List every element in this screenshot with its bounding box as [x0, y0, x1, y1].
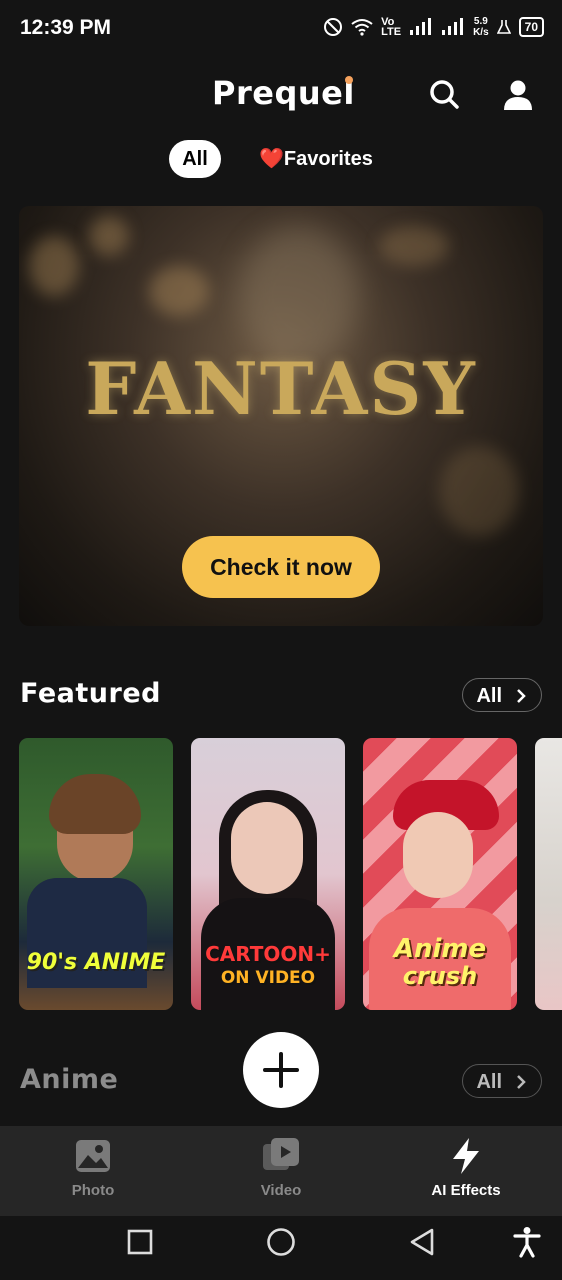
featured-header: Featured All [20, 678, 542, 716]
bokeh-light [439, 446, 519, 536]
effect-card-cartoon-on-video[interactable]: CARTOON+ ON VIDEO [191, 738, 345, 1010]
effect-card-90s-anime[interactable]: 90's ANIME [19, 738, 173, 1010]
chevron-right-icon [516, 689, 526, 703]
search-button[interactable] [426, 76, 464, 114]
bokeh-light [149, 266, 209, 316]
card-label-on-video: ON VIDEO [220, 968, 316, 988]
effect-card-partial[interactable] [535, 738, 562, 1010]
do-not-disturb-icon [324, 18, 343, 36]
card-label-cartoon: CARTOON+ [205, 942, 331, 966]
net-speed: 5.9 K/s [473, 16, 489, 38]
anime-all-button[interactable]: All [462, 1064, 542, 1098]
hero-title: FANTASY [85, 346, 477, 431]
hero-banner[interactable]: FANTASY Check it now [19, 206, 543, 626]
user-icon [504, 80, 532, 110]
signal-icon-2 [442, 18, 464, 35]
section-title-anime: Anime [20, 1064, 119, 1095]
nav-video[interactable]: Video [211, 1126, 351, 1216]
card-label-90s-anime: 90's ANIME [26, 950, 166, 975]
filter-all-tab[interactable]: All [169, 140, 221, 178]
card-label-anime: Anime [393, 934, 487, 964]
create-button[interactable] [243, 1032, 319, 1108]
bokeh-light [379, 226, 449, 266]
app-logo: Prequel [212, 74, 355, 112]
bokeh-light [29, 236, 79, 296]
app-header: Prequel [0, 66, 562, 122]
volte-indicator: Vo LTE [381, 16, 402, 38]
check-it-now-button[interactable]: Check it now [182, 536, 380, 598]
logo-accent-dot [345, 76, 353, 84]
battery-indicator: 70 [518, 17, 544, 37]
all-label: All [476, 685, 502, 707]
nav-label-ai-effects: AI Effects [431, 1182, 501, 1199]
nav-photo[interactable]: Photo [23, 1126, 163, 1216]
card-label-crush: crush [402, 962, 478, 990]
back-triangle-icon[interactable] [408, 1227, 436, 1257]
featured-carousel[interactable]: 90's ANIME CARTOON+ ON VIDEO Anime crush [19, 738, 562, 1012]
system-nav-bar [0, 1216, 562, 1280]
status-bar: 12:39 PM Vo LTE 5.9 K/s 70 [0, 0, 562, 56]
section-title-featured: Featured [20, 678, 161, 709]
signal-icon [410, 18, 432, 35]
bokeh-light [89, 216, 129, 256]
flask-icon [496, 20, 511, 34]
plus-icon [263, 1052, 299, 1088]
wifi-icon [351, 19, 373, 36]
lightning-icon [453, 1138, 479, 1174]
nav-label-photo: Photo [71, 1182, 115, 1199]
home-circle-icon[interactable] [265, 1226, 297, 1258]
status-time: 12:39 PM [20, 16, 112, 39]
accessibility-icon[interactable] [513, 1226, 541, 1258]
photo-icon [76, 1140, 110, 1172]
effect-card-anime-crush[interactable]: Anime crush [363, 738, 517, 1010]
silhouette-head [239, 226, 359, 366]
recents-square-icon[interactable] [126, 1228, 154, 1256]
all-label: All [476, 1071, 502, 1093]
nav-label-video: Video [260, 1182, 302, 1199]
chevron-right-icon [516, 1075, 526, 1089]
filter-favorites-tab[interactable]: ❤️Favorites [259, 140, 373, 178]
featured-all-button[interactable]: All [462, 678, 542, 712]
heart-icon: ❤️ [259, 148, 284, 170]
video-icon [263, 1138, 299, 1170]
filter-tabs: All ❤️Favorites [0, 140, 562, 180]
search-icon [430, 80, 459, 109]
hair-shape [49, 774, 141, 834]
person-thumbnail [231, 802, 303, 894]
profile-button[interactable] [498, 76, 538, 116]
person-thumbnail [403, 812, 473, 898]
filter-favorites-label: Favorites [283, 148, 373, 170]
bottom-nav: Photo Video AI Effects [0, 1126, 562, 1216]
nav-ai-effects[interactable]: AI Effects [396, 1126, 536, 1216]
status-icons: Vo LTE 5.9 K/s 70 [323, 16, 544, 38]
